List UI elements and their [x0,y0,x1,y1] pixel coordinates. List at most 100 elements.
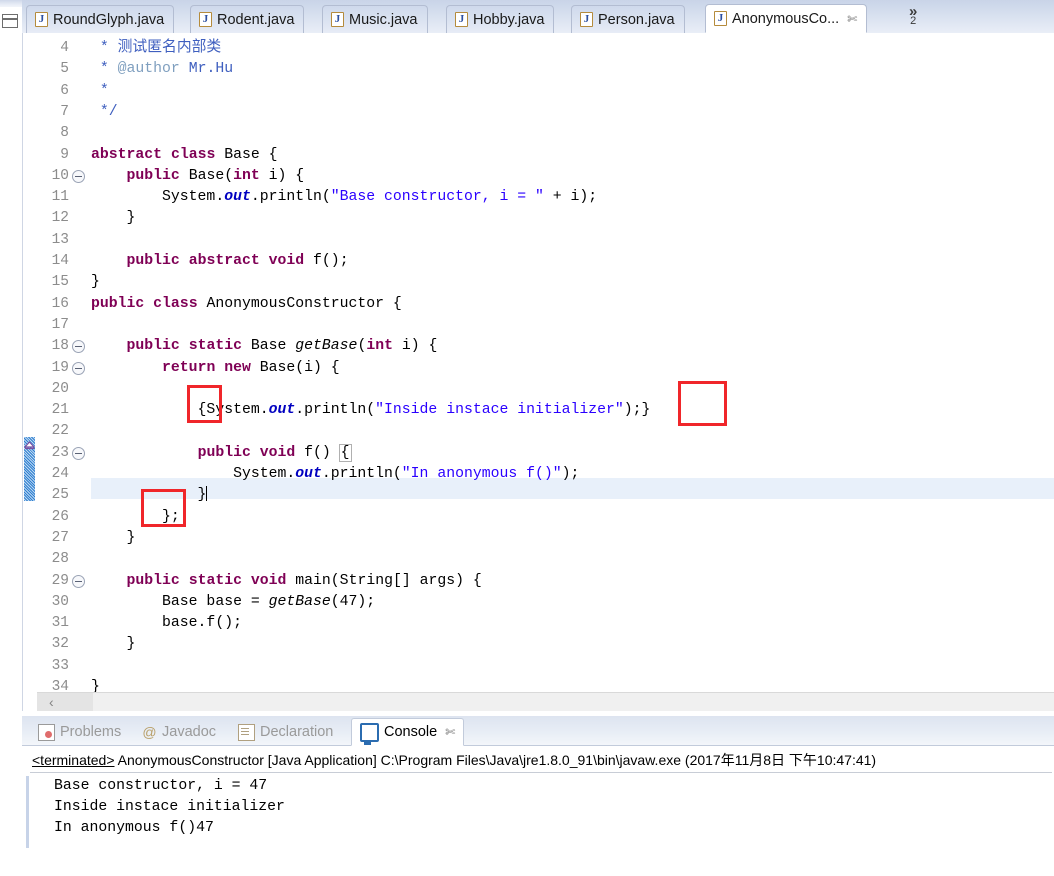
code-line: public static void main(String[] args) { [126,572,482,589]
code-line: System.out.println("In anonymous f()"); [91,466,580,482]
declaration-icon [238,723,255,741]
line-number: 24 [51,466,69,482]
code-line: abstract class Base { [91,146,278,163]
editor-tab-music[interactable]: Music.java [322,5,428,33]
line-number: 4 [60,40,69,56]
editor-tab-label: AnonymousCo... [732,10,840,27]
bottom-tab-label: Declaration [260,724,334,740]
code-line: } [91,529,136,546]
line-number: 13 [51,231,69,248]
line-number: 26 [51,508,69,525]
line-number: 30 [51,593,69,610]
line-number: 20 [51,380,69,397]
line-number: 23 [51,444,69,461]
code-editor[interactable]: 4 5 6 7 8 9 10 11 12 13 14 15 16 17 18 19 20 21 22 23 24 25 26… [22,33,1054,711]
editor-tab-hobby[interactable]: Hobby.java [446,5,555,33]
anonymous-class-end-highlight [141,489,186,527]
editor-tab-anonymousconstructor[interactable]: AnonymousCo... ✄ [705,4,868,33]
restore-view-icon[interactable] [2,14,18,28]
javadoc-icon: @ [142,723,157,740]
tab-problems[interactable]: Problems [30,719,129,745]
close-icon[interactable]: ✄ [847,12,857,26]
code-content[interactable]: * 测试匿名内部类 * @author Mr.Hu * */ abstract c… [91,33,1054,711]
java-file-icon [199,12,212,27]
bottom-tab-label: Console [384,724,438,740]
line-number: 12 [51,210,69,227]
line-number: 7 [60,103,69,120]
bottom-tab-label: Javadoc [162,724,217,740]
console-output-marker [26,776,29,848]
editor-tab-person[interactable]: Person.java [571,5,685,33]
code-line: * [91,82,109,99]
tab-overflow-count: 2 [910,15,917,27]
tab-console[interactable]: Console ✄ [351,718,465,746]
code-fold-collapse-icon[interactable] [72,361,85,375]
code-line: {System.out.println("Inside instace init… [91,402,651,419]
console-output-text: Base constructor, i = 47 Inside instace … [54,778,285,836]
code-line: public class AnonymousConstructor { [91,295,402,312]
line-number-gutter: 4 5 6 7 8 9 10 11 12 13 14 15 16 17 18 19 20 21 22 23 24 25 26… [37,33,91,711]
editor-horizontal-scrollbar[interactable]: ‹ [37,692,1054,711]
code-line: base.f(); [91,615,242,632]
code-line: */ [91,103,118,120]
code-line: public static Base getBase(int i) { [126,338,438,355]
line-number: 11 [51,189,69,206]
editor-tab-rodent[interactable]: Rodent.java [190,5,305,33]
console-panel[interactable]: <terminated> AnonymousConstructor [Java … [22,746,1054,876]
line-number: 28 [51,551,69,568]
terminated-status-badge: <terminated> [32,752,115,768]
editor-tab-bar: RoundGlyph.java Rodent.java Music.java H… [22,0,1054,34]
code-line: Base base = getBase(47); [91,593,376,610]
line-number: 5 [60,61,69,78]
java-file-icon [580,12,593,27]
line-number: 22 [51,423,69,440]
line-number: 18 [51,338,69,355]
console-divider [30,772,1052,773]
editor-tab-roundglyph[interactable]: RoundGlyph.java [26,5,175,33]
code-fold-collapse-icon[interactable] [72,446,85,460]
bottom-view-tab-bar: Problems @ Javadoc Declaration Console ✄ [22,716,1054,746]
line-number: 17 [51,316,69,333]
scrollbar-thumb[interactable] [37,693,93,711]
code-line: * @author Mr.Hu [91,61,234,78]
code-line: public Base(int i) { [126,167,305,184]
code-fold-collapse-icon[interactable] [72,574,85,588]
code-line: System.out.println("Base constructor, i … [91,189,598,206]
closing-brace-highlight [678,381,727,426]
line-number: 31 [51,615,69,632]
console-launch-status: <terminated> AnonymousConstructor [Java … [32,750,876,770]
java-file-icon [455,12,468,27]
scroll-left-icon[interactable]: ‹ [49,694,54,710]
line-number: 8 [60,125,69,142]
line-number: 32 [51,636,69,653]
code-line: public abstract void f(); [126,253,349,269]
eclipse-ide-window: RoundGlyph.java Rodent.java Music.java H… [0,0,1054,876]
java-file-icon [35,12,48,27]
editor-tab-label: Hobby.java [473,11,545,28]
code-line: return new Base(i) { [162,359,340,376]
editor-tab-label: Music.java [349,11,418,28]
line-number: 21 [51,402,69,419]
code-line: public void f() { [197,443,352,462]
line-number: 15 [51,274,69,291]
code-line: } [91,636,136,653]
tab-declaration[interactable]: Declaration [230,719,341,745]
line-number: 29 [51,572,69,589]
line-number: 6 [60,82,69,99]
bottom-tab-label: Problems [60,724,122,740]
close-icon[interactable]: ✄ [445,725,455,739]
console-icon [360,722,379,745]
bottom-view-stack: Problems @ Javadoc Declaration Console ✄… [22,716,1054,876]
text-caret [206,486,208,502]
matching-brace-highlight: { [338,443,352,462]
launch-config-label: AnonymousConstructor [Java Application] … [114,752,877,768]
line-number: 19 [51,359,69,376]
code-fold-collapse-icon[interactable] [72,340,85,354]
line-number: 33 [51,657,69,674]
java-file-icon [331,12,344,27]
tab-javadoc[interactable]: @ Javadoc [134,719,224,745]
code-fold-collapse-icon[interactable] [72,169,85,183]
tab-overflow-chevron-icon[interactable]: » 2 [909,4,917,27]
java-file-icon [714,11,727,26]
opening-brace-highlight [187,385,222,423]
